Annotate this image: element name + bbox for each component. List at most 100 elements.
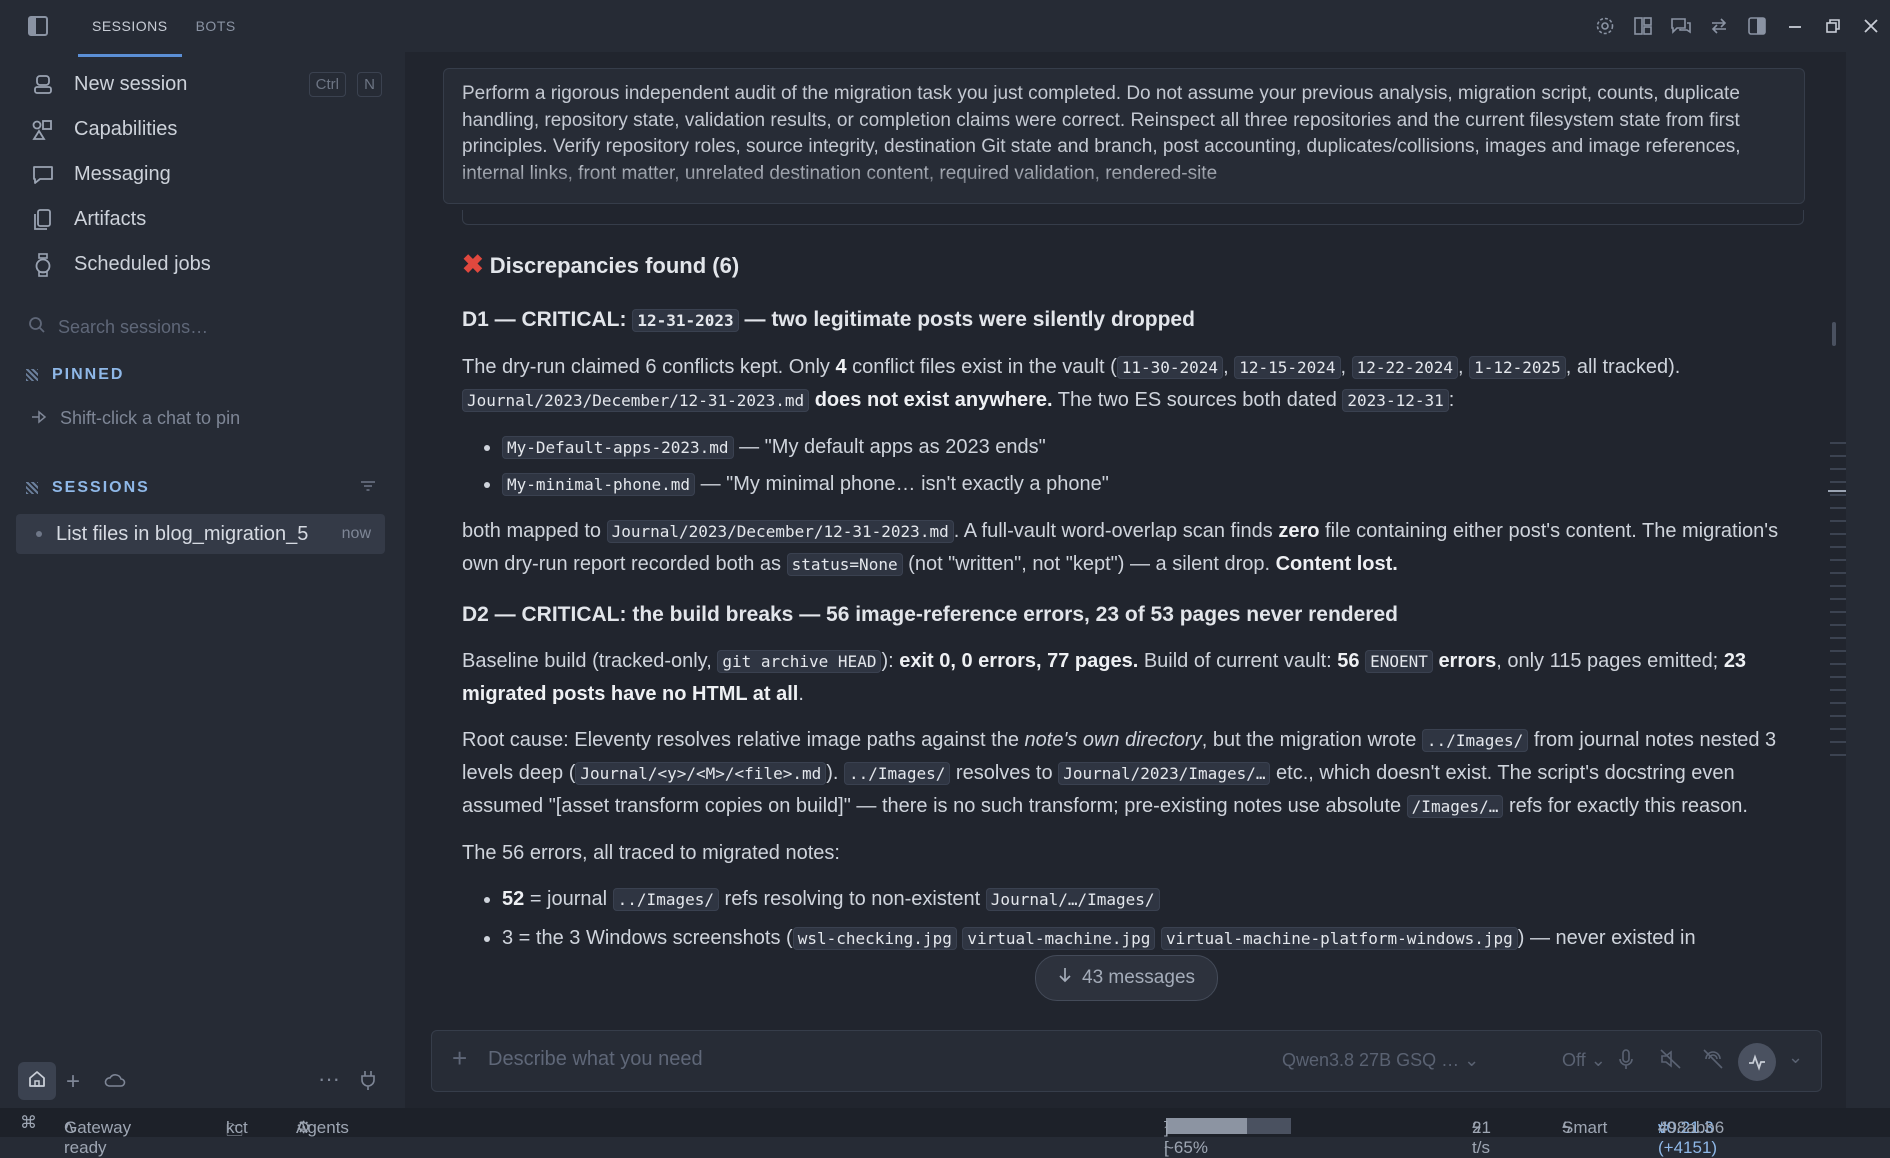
nav-capabilities[interactable]: Capabilities	[16, 107, 386, 152]
nav-label: Artifacts	[74, 208, 147, 230]
add-icon[interactable]: +	[66, 1068, 80, 1096]
chevron-down-icon[interactable]: ⌄	[1788, 1047, 1803, 1068]
code-date: 1-12-2025	[1469, 356, 1566, 379]
text: .	[798, 683, 804, 705]
sidebar-tabs: SESSIONS BOTS	[78, 0, 250, 57]
pinned-hint-text: Shift-click a chat to pin	[60, 408, 241, 428]
status-bar: ⌘ ∿ Gateway ready 🗀 kct ⚙ Agents ~52.9k/…	[0, 1108, 1890, 1157]
close-icon[interactable]	[1852, 18, 1890, 34]
code-path: Journal/2023/December/12-31-2023.md	[462, 389, 810, 412]
sessions-header: SESSIONS	[26, 479, 376, 497]
bold-text: errors	[1438, 650, 1497, 672]
text: 3 = the 3 Windows screenshots (	[502, 927, 793, 949]
text: ) — never existed in	[1517, 927, 1696, 949]
text: (not "written", not "kept") — a silent d…	[908, 553, 1271, 575]
swap-icon[interactable]	[1700, 16, 1738, 36]
tab-sessions[interactable]: SESSIONS	[78, 0, 182, 57]
speed-label: 21 t/s	[1472, 1118, 1491, 1157]
artifacts-icon	[30, 207, 56, 233]
minimize-icon[interactable]	[1776, 18, 1814, 34]
discrepancies-heading: ✖ Discrepancies found (6)	[462, 248, 1792, 282]
mode-label: Smart	[1562, 1118, 1608, 1137]
sidebar-nav: New session Ctrl N Capabilities Messagin…	[16, 62, 386, 287]
assistant-message: ✖ Discrepancies found (6) D1 — CRITICAL: …	[462, 248, 1792, 955]
d1-paragraph-1: The dry-run claimed 6 conflicts kept. On…	[462, 356, 1681, 412]
session-list-item[interactable]: List files in blog_migration_5 now	[16, 514, 385, 554]
plug-icon[interactable]	[360, 1070, 376, 1095]
message-minimap[interactable]	[1828, 52, 1846, 1108]
home-button[interactable]	[18, 1062, 56, 1100]
code-file: virtual-machine-platform-windows.jpg	[1160, 927, 1518, 950]
nav-label: Capabilities	[74, 118, 178, 140]
cross-mark-icon: ✖	[462, 249, 484, 279]
context-percent: ] ~65%	[1164, 1118, 1208, 1157]
session-time: now	[341, 525, 371, 542]
attach-plus-icon[interactable]: +	[452, 1043, 467, 1074]
voice-off-icon[interactable]	[1702, 1049, 1724, 1074]
restore-icon[interactable]	[1814, 18, 1852, 34]
text: :	[1448, 389, 1455, 411]
new-session-icon	[30, 72, 56, 98]
d1-paragraph-2: both mapped to Journal/2023/December/12-…	[462, 515, 1792, 581]
split-panel-icon[interactable]	[1738, 16, 1776, 36]
minimap-current	[1828, 490, 1846, 492]
text: — "My minimal phone… isn't exactly a pho…	[700, 473, 1109, 495]
chat-bubbles-icon[interactable]	[1662, 16, 1700, 36]
layout-icon[interactable]	[1624, 16, 1662, 36]
cloud-add-icon[interactable]	[104, 1072, 126, 1095]
pinned-header-label: PINNED	[52, 366, 125, 383]
d1-heading: D1 — CRITICAL: 12-31-2023 — two legitima…	[462, 304, 1792, 337]
d1-title-a: D1 — CRITICAL:	[462, 308, 627, 331]
sidebar-toggle-icon[interactable]	[28, 16, 48, 36]
scrollbar-thumb[interactable]	[1832, 322, 1836, 346]
filter-icon[interactable]	[360, 479, 376, 497]
text: The dry-run claimed 6 conflicts kept. On…	[462, 356, 830, 378]
code-file: wsl-checking.jpg	[792, 927, 957, 950]
list-item: My-Default-apps-2023.md — "My default ap…	[502, 431, 1792, 464]
bold-text: does not exist anywhere.	[814, 389, 1053, 411]
bold-text: 56	[1337, 650, 1360, 672]
titlebar-actions	[1586, 0, 1890, 52]
nav-label: Scheduled jobs	[74, 253, 211, 275]
code-file: virtual-machine.jpg	[962, 927, 1156, 950]
nav-new-session[interactable]: New session Ctrl N	[16, 62, 386, 107]
home-icon	[27, 1069, 47, 1094]
more-icon[interactable]: ···	[318, 1066, 340, 1092]
nav-artifacts[interactable]: Artifacts	[16, 197, 386, 242]
d2-paragraph-3: The 56 errors, all traced to migrated no…	[462, 842, 840, 864]
folder-label: kct	[226, 1118, 248, 1137]
scroll-to-bottom-button[interactable]: 43 messages	[1035, 955, 1219, 1001]
list-item: 52 = journal ../Images/ refs resolving t…	[502, 883, 1792, 916]
d1-title-b: — two legitimate posts were silently dro…	[744, 308, 1195, 331]
settings-gear-icon[interactable]	[1586, 16, 1624, 36]
bold-count: 52	[502, 888, 525, 910]
session-dot	[36, 531, 42, 537]
pinned-section-icon	[26, 369, 38, 381]
text: both mapped to	[462, 520, 601, 542]
thinking-select[interactable]: Off ⌄	[1562, 1050, 1606, 1071]
tab-bots[interactable]: BOTS	[182, 0, 250, 54]
session-search[interactable]: Search sessions…	[28, 316, 208, 339]
shortcut-n: N	[357, 72, 382, 97]
text: ).	[826, 762, 839, 784]
messaging-icon	[30, 162, 56, 188]
nav-messaging[interactable]: Messaging	[16, 152, 386, 197]
command-icon[interactable]: ⌘	[20, 1113, 37, 1133]
agents-label: Agents	[296, 1118, 349, 1137]
text: , only 115 pages emitted;	[1496, 650, 1719, 672]
commit-hash: 498abb6	[1658, 1118, 1725, 1137]
microphone-icon[interactable]	[1618, 1049, 1634, 1076]
model-select[interactable]: Qwen3.8 27B GSQ … ⌄	[1282, 1050, 1479, 1071]
speaker-muted-icon[interactable]	[1660, 1049, 1682, 1074]
d2-paragraph-1: Baseline build (tracked-only, git archiv…	[462, 645, 1792, 710]
nav-scheduled-jobs[interactable]: Scheduled jobs	[16, 242, 386, 287]
code-path: Journal/2023/December/12-31-2023.md	[606, 520, 954, 543]
pinned-hint: Shift-click a chat to pin	[30, 408, 240, 429]
code-path: ../Images/	[1421, 729, 1529, 752]
bold-text: Content lost.	[1275, 553, 1398, 575]
send-voice-button[interactable]	[1738, 1043, 1776, 1081]
text: Root cause: Eleventy resolves relative i…	[462, 729, 1019, 751]
message-input[interactable]: Describe what you need	[488, 1048, 703, 1071]
search-input[interactable]: Search sessions…	[58, 317, 208, 338]
bold-text: exit 0, 0 errors, 77 pages.	[899, 650, 1139, 672]
